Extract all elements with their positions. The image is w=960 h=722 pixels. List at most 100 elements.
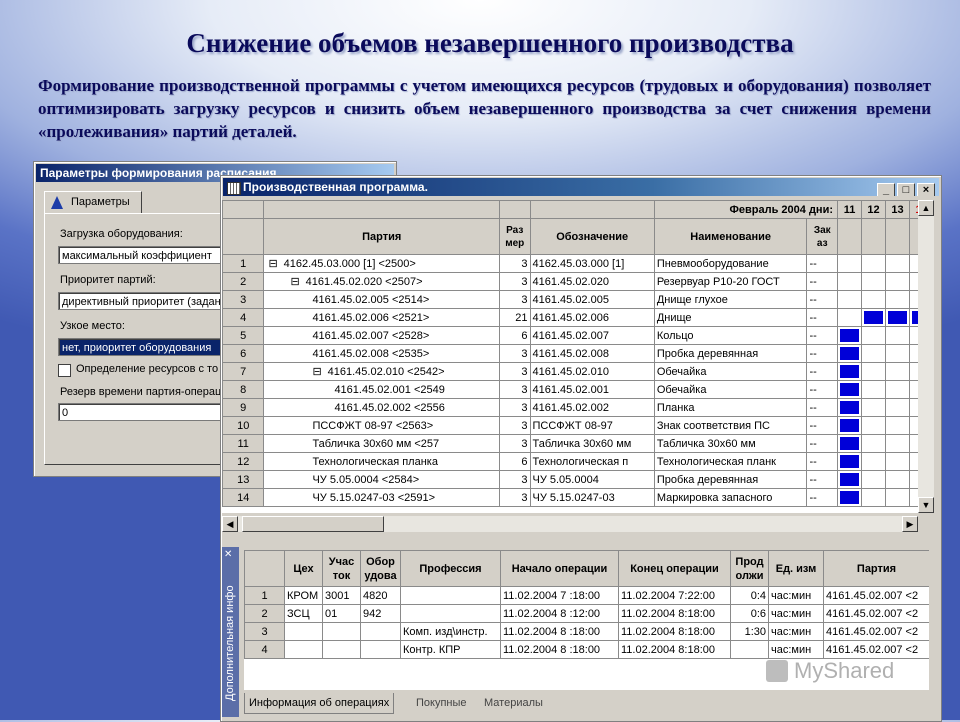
scroll-down-icon[interactable]: ▼ — [918, 497, 934, 513]
row-number: 4 — [244, 640, 285, 659]
priority-select[interactable]: директивный приоритет (заданный) — [58, 292, 228, 310]
table-row[interactable]: 9 4161.45.02.002 <2556 3 4161.45.02.002 План… — [222, 398, 918, 417]
table-row[interactable]: 3 Комп. изд\инстр. 11.02.2004 8 :18:00 11.0… — [244, 622, 929, 641]
table-row[interactable]: 8 4161.45.02.001 <2549 3 4161.45.02.001 Обеч… — [222, 380, 918, 399]
gantt-bar[interactable] — [840, 383, 859, 396]
table-row[interactable]: 14 ЧУ 5.15.0247-03 <2591> 3 ЧУ 5.15.0247-03… — [222, 488, 918, 507]
minimize-button[interactable]: _ — [877, 183, 895, 196]
ops-col-header[interactable]: Прод олжи — [730, 550, 769, 587]
collapse-icon[interactable]: ⊟ — [290, 276, 299, 288]
table-row[interactable]: 4 4161.45.02.006 <2521> 21 4161.45.02.006 Дн… — [222, 308, 918, 327]
equipment-select[interactable]: максимальный коэффициент — [58, 246, 228, 264]
ops-col-header[interactable]: Профессия — [400, 550, 501, 587]
gantt-bar[interactable] — [840, 473, 859, 486]
scroll-left-icon[interactable]: ◀ — [222, 516, 238, 532]
gantt-bar[interactable] — [840, 491, 859, 504]
name-cell: Пневмооборудование — [653, 254, 808, 273]
gantt-bar[interactable] — [864, 311, 883, 324]
table-row[interactable]: 10 ПССФЖТ 08-97 <2563> 3 ПССФЖТ 08-97 Знак с… — [222, 416, 918, 435]
table-row[interactable]: 1 ⊟ 4162.45.03.000 [1] <2500> 3 4162.45.03.0… — [222, 254, 918, 273]
ops-col-header[interactable]: Учас ток — [322, 550, 361, 587]
ops-cell: час:мин — [768, 622, 824, 641]
party-text: Технологическая планка — [312, 455, 438, 468]
table-row[interactable]: 2 ЗСЦ 01 942 11.02.2004 8 :12:00 11.02.2004 8… — [244, 604, 929, 623]
size-cell: 3 — [498, 254, 531, 273]
ops-col-header[interactable]: Партия — [823, 550, 929, 587]
maximize-button[interactable]: □ — [897, 183, 915, 196]
gantt-bar[interactable] — [840, 401, 859, 414]
col-designation[interactable]: Обозначение — [529, 218, 655, 255]
col-name[interactable]: Наименование — [653, 218, 808, 255]
designation-cell: 4161.45.02.008 — [529, 344, 655, 363]
reserve-input[interactable]: 0 — [58, 403, 228, 421]
gantt-bar[interactable] — [840, 329, 859, 342]
col-party[interactable]: Партия — [263, 218, 500, 255]
gantt-bar[interactable] — [840, 365, 859, 378]
col-order[interactable]: Зак аз — [806, 218, 839, 255]
ops-cell: Комп. изд\инстр. — [400, 622, 501, 641]
table-row[interactable]: 6 4161.45.02.008 <2535> 3 4161.45.02.008 Про… — [222, 344, 918, 363]
table-row[interactable]: 11 Табличка 30х60 мм <257 3 Табличка 30х60 … — [222, 434, 918, 453]
gantt-cell — [884, 452, 910, 471]
tab-purchased[interactable]: Покупные — [412, 693, 471, 713]
row-number: 2 — [222, 272, 265, 291]
order-cell: -- — [806, 470, 839, 489]
table-row[interactable]: 5 4161.45.02.007 <2528> 6 4161.45.02.007 Кол… — [222, 326, 918, 345]
ops-col-header[interactable]: Конец операции — [618, 550, 731, 587]
params-tab[interactable]: Параметры — [44, 191, 142, 214]
size-cell: 3 — [498, 290, 531, 309]
name-cell: Планка — [653, 398, 808, 417]
size-cell: 3 — [498, 380, 531, 399]
order-cell: -- — [806, 452, 839, 471]
close-button[interactable]: × — [917, 183, 935, 196]
gantt-bar[interactable] — [887, 311, 907, 324]
scroll-thumb[interactable] — [242, 516, 384, 532]
size-cell: 3 — [498, 416, 531, 435]
gantt-bar[interactable] — [840, 437, 859, 450]
horizontal-scrollbar[interactable]: ◀ ▶ — [222, 516, 918, 532]
ops-col-header[interactable]: Ед. изм — [768, 550, 824, 587]
ops-col-header[interactable]: Цех — [284, 550, 323, 587]
ops-cell: 4161.45.02.007 <2 — [823, 586, 929, 605]
col-size[interactable]: Раз мер — [498, 218, 531, 255]
table-row[interactable]: 2 ⊟ 4161.45.02.020 <2507> 3 4161.45.02.020 Ре… — [222, 272, 918, 291]
ops-col-header[interactable]: Начало операции — [500, 550, 619, 587]
gantt-cell — [837, 344, 862, 363]
production-program-titlebar[interactable]: Производственная программа. _ □ × — [223, 178, 939, 196]
gantt-bar[interactable] — [840, 419, 859, 432]
bottleneck-select[interactable]: нет, приоритет оборудования — [58, 338, 228, 356]
gantt-cell — [861, 470, 886, 489]
row-number: 13 — [222, 470, 265, 489]
table-row[interactable]: 13 ЧУ 5.05.0004 <2584> 3 ЧУ 5.05.0004 Пробка… — [222, 470, 918, 489]
ops-col-header[interactable]: Обор удова — [360, 550, 401, 587]
collapse-icon[interactable]: ⊟ — [268, 258, 277, 270]
ops-cell — [284, 622, 323, 641]
info-sidebar[interactable]: ✕ Дополнительная инфо — [222, 547, 239, 717]
order-cell: -- — [806, 254, 839, 273]
table-row[interactable]: 12 Технологическая планка 6 Технологическая… — [222, 452, 918, 471]
order-cell: -- — [806, 290, 839, 309]
table-row[interactable]: 1 КРОМ 3001 4820 11.02.2004 7 :18:00 11.02.20… — [244, 586, 929, 605]
scroll-up-icon[interactable]: ▲ — [918, 200, 934, 216]
name-cell: Маркировка запасного — [653, 488, 808, 507]
designation-cell: ЧУ 5.15.0247-03 — [529, 488, 655, 507]
resources-checkbox[interactable] — [58, 364, 71, 377]
table-row[interactable]: 3 4161.45.02.005 <2514> 3 4161.45.02.005 Дни… — [222, 290, 918, 309]
table-row[interactable]: 4 Контр. КПР 11.02.2004 8 :18:00 11.02.2004… — [244, 640, 929, 659]
gantt-bar[interactable] — [840, 347, 859, 360]
priority-label: Приоритет партий: — [60, 274, 156, 286]
party-text: 4161.45.02.005 <2514> — [312, 293, 430, 306]
ops-cell — [360, 622, 401, 641]
gantt-cell — [861, 362, 886, 381]
program-grid[interactable]: Февраль 2004 дни: 111213141516 Партия Ра… — [222, 200, 918, 513]
gantt-cell — [908, 254, 918, 273]
ops-cell: 4161.45.02.007 <2 — [823, 640, 929, 659]
table-row[interactable]: 7 ⊟ 4161.45.02.010 <2542> 3 4161.45.02.010 Об… — [222, 362, 918, 381]
gantt-bar[interactable] — [840, 455, 859, 468]
vertical-scrollbar[interactable]: ▲ ▼ — [918, 200, 934, 513]
tab-materials[interactable]: Материалы — [480, 693, 547, 713]
close-icon[interactable]: ✕ — [224, 549, 232, 560]
collapse-icon[interactable]: ⊟ — [312, 366, 321, 378]
scroll-right-icon[interactable]: ▶ — [902, 516, 918, 532]
tab-operations-info[interactable]: Информация об операциях — [244, 693, 395, 714]
